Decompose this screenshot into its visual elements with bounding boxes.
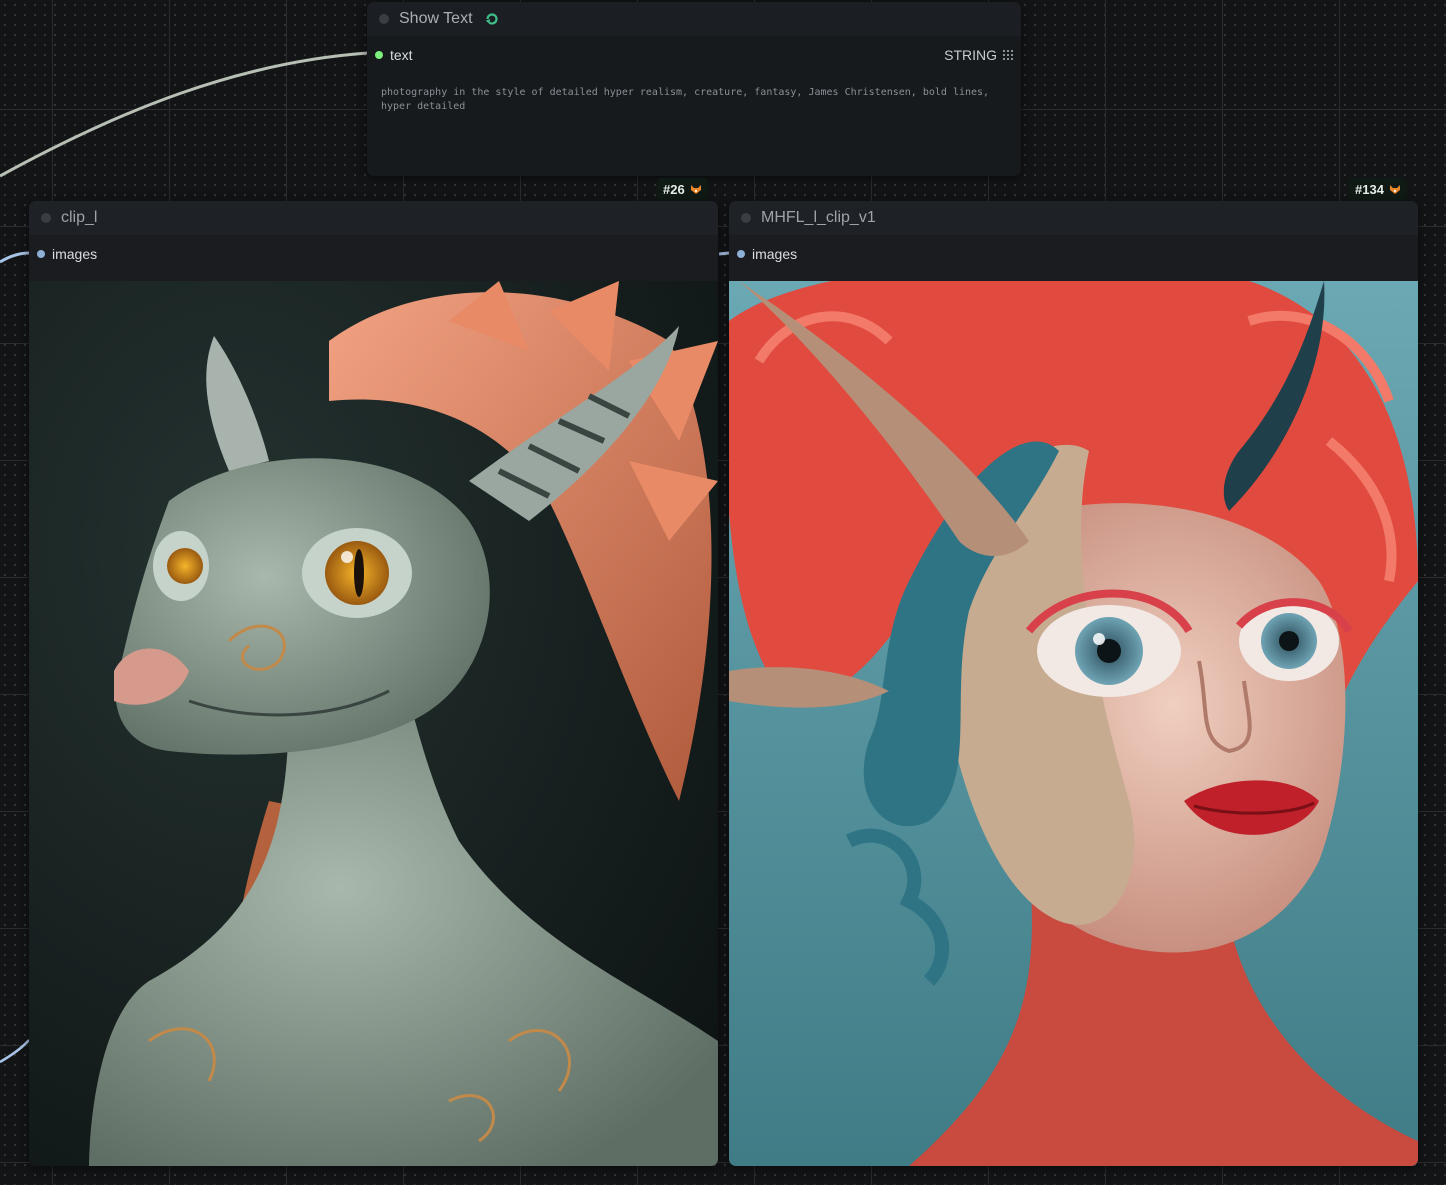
fox-icon [690,185,701,194]
text-input-slot[interactable]: text STRING [367,36,1021,74]
node-id-badge: #26 [657,178,708,200]
node-header[interactable]: Show Text [367,2,1021,36]
refresh-icon[interactable] [483,10,501,28]
text-output-area[interactable]: photography in the style of detailed hyp… [377,82,1011,162]
image-input-dot-icon[interactable] [737,250,745,258]
type-label: STRING [944,47,997,63]
badge-id: #26 [663,181,685,197]
text-wire [0,51,369,178]
image-wire-left [0,251,30,264]
preview-image[interactable] [29,281,718,1166]
preview-image-node-mhfl[interactable]: MHFL_l_clip_v1 images [729,201,1418,1166]
collapse-dot-icon[interactable] [41,213,51,223]
node-title: clip_l [61,209,98,226]
dragon-creature-image [29,281,718,1166]
fox-icon [1389,185,1400,194]
collapse-dot-icon[interactable] [741,213,751,223]
badge-id: #134 [1355,181,1384,197]
input-label: images [752,246,798,262]
collapse-dot-icon[interactable] [379,14,389,24]
images-input-slot[interactable]: images [29,235,718,273]
image-input-dot-icon[interactable] [37,250,45,258]
grid-icon [1003,50,1013,60]
image-wire-mid [718,251,730,256]
show-text-node[interactable]: Show Text text STRING photography in the… [367,2,1021,176]
horned-woman-image [729,281,1418,1166]
string-input-dot-icon[interactable] [375,51,383,59]
preview-image[interactable] [729,281,1418,1166]
input-label: text [390,47,413,63]
images-input-slot[interactable]: images [729,235,1418,273]
node-title: Show Text [399,10,473,27]
image-wire-bottom [0,1039,30,1064]
node-title: MHFL_l_clip_v1 [761,209,876,226]
input-label: images [52,246,98,262]
node-header[interactable]: MHFL_l_clip_v1 [729,201,1418,235]
node-header[interactable]: clip_l [29,201,718,235]
node-id-badge: #134 [1349,178,1407,200]
type-indicator: STRING [944,47,1013,63]
preview-image-node-clip-l[interactable]: clip_l images [29,201,718,1166]
